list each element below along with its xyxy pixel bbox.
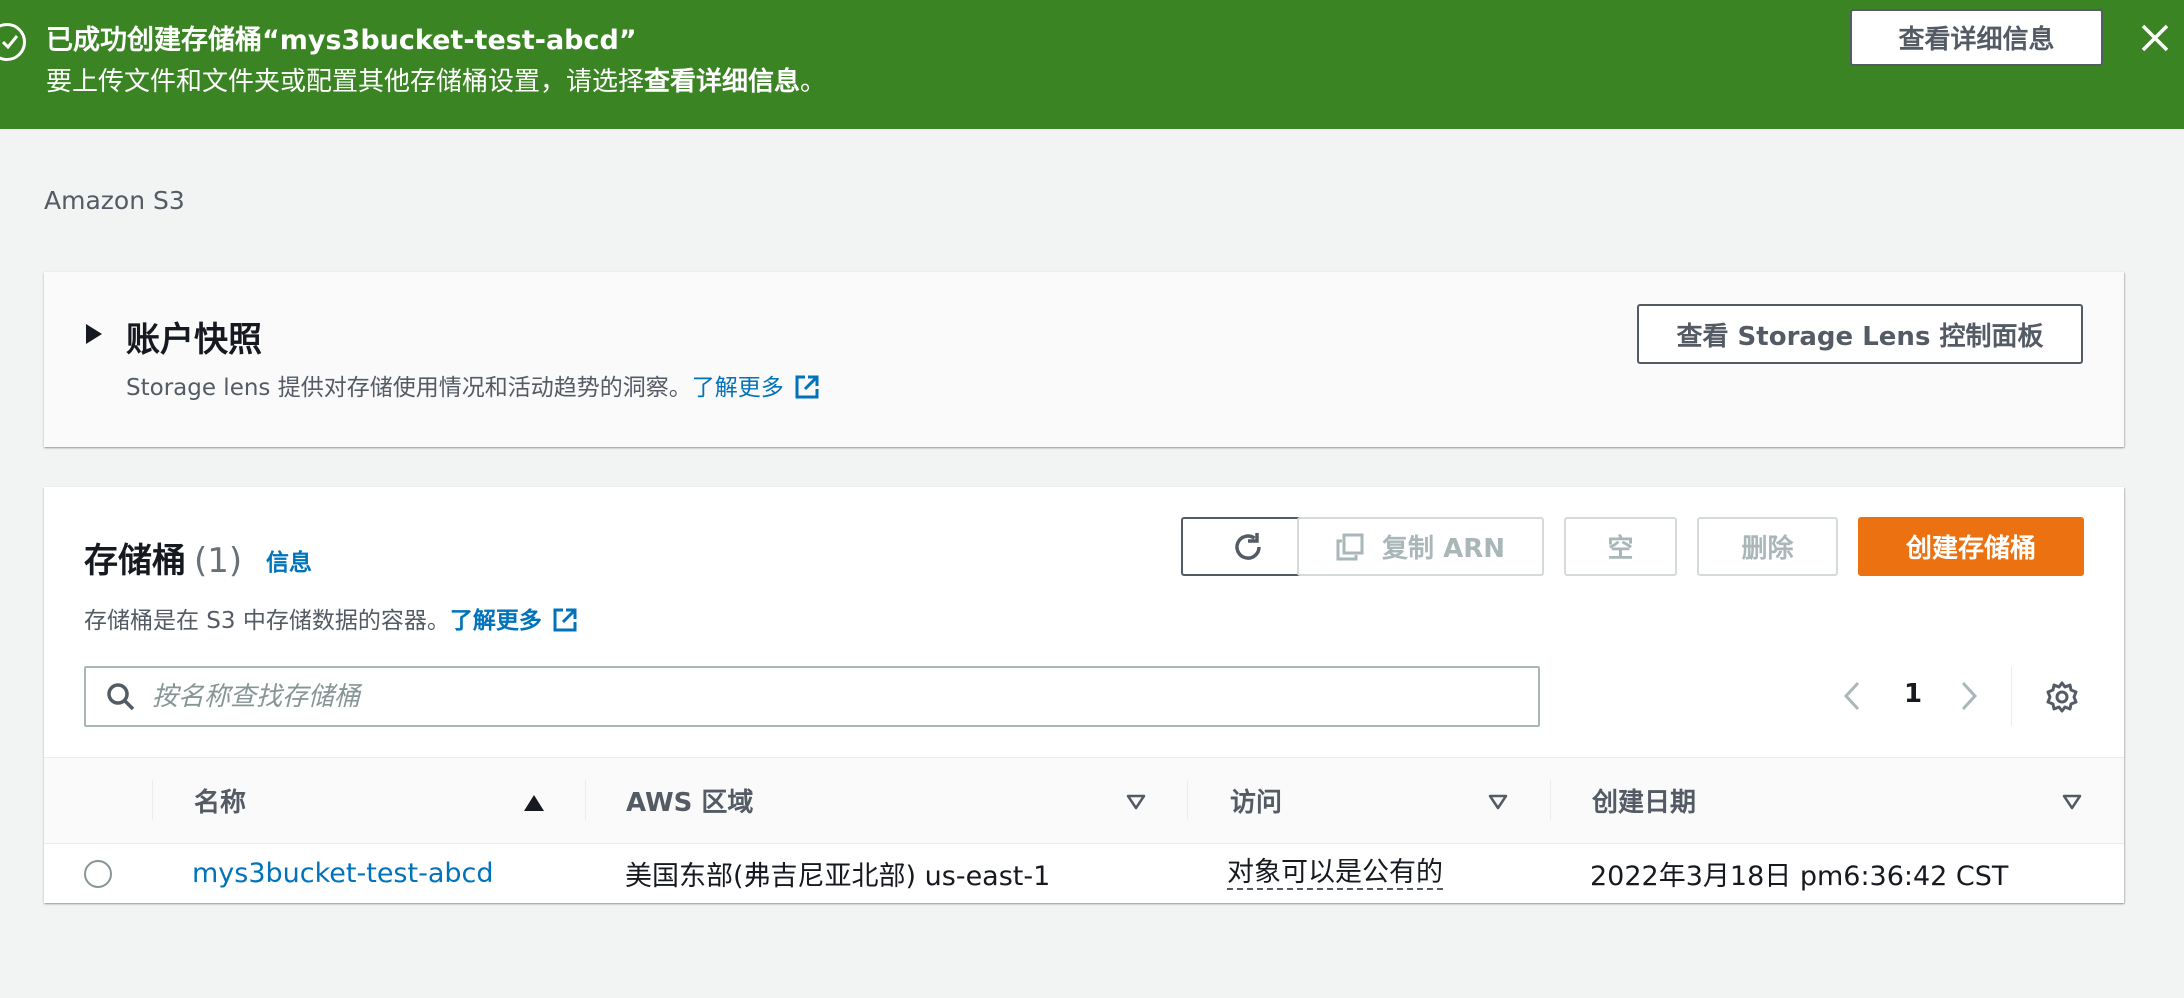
column-divider — [152, 780, 153, 820]
account-snapshot-title[interactable]: 账户快照 — [126, 312, 262, 361]
external-link-icon[interactable] — [794, 374, 820, 406]
account-snapshot-description: Storage lens 提供对存储使用情况和活动趋势的洞察。了解更多 — [126, 368, 820, 406]
snapshot-description-text: Storage lens 提供对存储使用情况和活动趋势的洞察。 — [126, 375, 692, 401]
sort-toggle-icon[interactable] — [2062, 794, 2082, 810]
column-header-region[interactable]: AWS 区域 — [626, 758, 753, 843]
buckets-title: 存储桶 (1) — [84, 533, 242, 582]
info-link[interactable]: 信息 — [266, 543, 312, 577]
flash-description: 要上传文件和文件夹或配置其他存储桶设置，请选择查看详细信息。 — [46, 61, 826, 98]
expand-caret-icon[interactable] — [86, 324, 102, 344]
copy-arn-button[interactable]: 复制 ARN — [1297, 517, 1544, 576]
success-check-icon — [0, 23, 26, 61]
empty-bucket-button[interactable]: 空 — [1564, 517, 1677, 576]
flash-description-bold: 查看详细信息 — [644, 67, 801, 97]
buckets-description-text: 存储桶是在 S3 中存储数据的容器。 — [84, 608, 450, 634]
previous-page-icon[interactable] — [1842, 681, 1862, 711]
storage-lens-dashboard-button[interactable]: 查看 Storage Lens 控制面板 — [1637, 304, 2083, 364]
column-header-created[interactable]: 创建日期 — [1592, 758, 1696, 843]
flash-title: 已成功创建存储桶“mys3bucket-test-abcd” — [46, 25, 637, 56]
external-link-icon[interactable] — [552, 607, 578, 639]
bucket-region: 美国东部(弗吉尼亚北部) us-east-1 — [625, 861, 1051, 892]
bucket-search — [84, 666, 1540, 727]
pagination-divider — [2011, 667, 2012, 726]
buckets-count: (1) — [194, 541, 243, 581]
bucket-access[interactable]: 对象可以是公有的 — [1227, 857, 1443, 891]
sort-ascending-icon[interactable] — [524, 795, 544, 811]
account-snapshot-panel: 账户快照 Storage lens 提供对存储使用情况和活动趋势的洞察。了解更多… — [44, 272, 2124, 447]
flash-description-suffix: 。 — [800, 67, 827, 97]
bucket-access-cell: 对象可以是公有的 — [1227, 844, 1443, 903]
next-page-icon[interactable] — [1959, 681, 1979, 711]
row-select-radio[interactable] — [84, 860, 112, 888]
column-divider — [585, 780, 586, 820]
search-input[interactable] — [152, 668, 1522, 725]
flash-description-prefix: 要上传文件和文件夹或配置其他存储桶设置，请选择 — [46, 67, 645, 97]
refresh-button[interactable] — [1181, 517, 1315, 576]
current-page-number[interactable]: 1 — [1904, 679, 1922, 709]
success-flash-banner: 已成功创建存储桶“mys3bucket-test-abcd” 要上传文件和文件夹… — [0, 0, 2184, 129]
sort-toggle-icon[interactable] — [1126, 794, 1146, 810]
buckets-panel: 存储桶 (1) 信息 存储桶是在 S3 中存储数据的容器。了解更多 复制 ARN … — [44, 487, 2124, 903]
copy-icon — [1336, 533, 1364, 560]
column-divider — [1187, 780, 1188, 820]
breadcrumb[interactable]: Amazon S3 — [44, 186, 185, 215]
snapshot-learn-more-link[interactable]: 了解更多 — [692, 375, 784, 401]
bucket-name-link[interactable]: mys3bucket-test-abcd — [192, 844, 494, 903]
column-header-access[interactable]: 访问 — [1230, 758, 1282, 843]
view-details-button[interactable]: 查看详细信息 — [1850, 9, 2103, 66]
delete-bucket-button[interactable]: 删除 — [1697, 517, 1838, 576]
buckets-description: 存储桶是在 S3 中存储数据的容器。了解更多 — [84, 601, 578, 639]
gear-icon[interactable] — [2045, 680, 2079, 714]
sort-toggle-icon[interactable] — [1488, 794, 1508, 810]
column-header-name[interactable]: 名称 — [194, 758, 246, 843]
refresh-icon — [1235, 532, 1261, 560]
buckets-learn-more-link[interactable]: 了解更多 — [450, 608, 542, 634]
close-icon[interactable] — [2139, 22, 2171, 54]
copy-arn-label: 复制 ARN — [1382, 534, 1505, 564]
table-header: 名称 AWS 区域 访问 创建日期 — [44, 757, 2124, 844]
buckets-title-text: 存储桶 — [84, 541, 186, 581]
create-bucket-button[interactable]: 创建存储桶 — [1858, 517, 2084, 576]
search-icon — [107, 683, 135, 711]
column-divider — [1550, 780, 1551, 820]
table-row[interactable]: mys3bucket-test-abcd 美国东部(弗吉尼亚北部) us-eas… — [44, 844, 2124, 903]
bucket-created-date: 2022年3月18日 pm6:36:42 CST — [1590, 861, 2009, 892]
